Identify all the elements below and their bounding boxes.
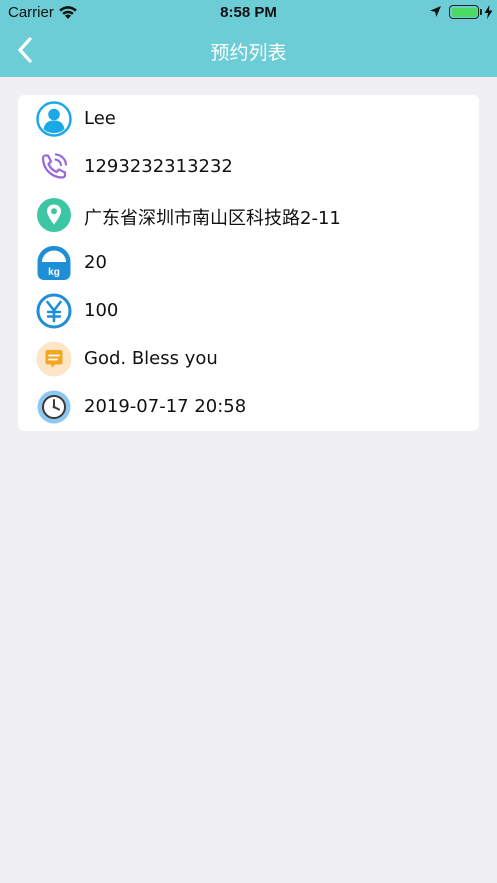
address: 广东省深圳市南山区科技路2-11 — [84, 208, 341, 229]
detail-row-name: Lee — [18, 95, 479, 143]
weight-icon: kg — [37, 246, 71, 280]
price-value: 100 — [84, 300, 119, 321]
status-time: 8:58 PM — [220, 4, 277, 21]
customer-name: Lee — [84, 108, 116, 129]
phone-icon — [41, 153, 68, 179]
weight-icon-label: kg — [48, 267, 60, 278]
status-bar: Carrier 8:58 PM — [0, 0, 497, 26]
appointment-datetime: 2019-07-17 20:58 — [84, 396, 247, 417]
charging-bolt-icon — [484, 5, 493, 19]
phone-number: 1293232313232 — [84, 156, 233, 177]
page-title: 预约列表 — [210, 42, 287, 64]
location-icon — [37, 198, 71, 232]
clock-icon — [37, 390, 71, 424]
battery-icon — [449, 5, 479, 19]
detail-row-price: 100 — [18, 287, 479, 335]
detail-row-message: God. Bless you — [18, 335, 479, 383]
user-icon — [36, 101, 72, 137]
message-icon — [36, 341, 72, 377]
detail-row-phone: 1293232313232 — [18, 143, 479, 191]
weight-value: 20 — [84, 252, 107, 273]
yen-icon — [36, 293, 72, 329]
nav-header: Carrier 8:58 PM 预约列表 — [0, 0, 497, 77]
appointment-detail-card: Lee 1293232313232 广东省深圳市南山区科技路2-11 kg 20 — [18, 95, 479, 431]
detail-row-address: 广东省深圳市南山区科技路2-11 — [18, 191, 479, 239]
location-arrow-icon — [430, 6, 441, 17]
battery-nub — [480, 9, 482, 15]
message-text: God. Bless you — [84, 348, 218, 369]
detail-row-weight: kg 20 — [18, 239, 479, 287]
detail-row-datetime: 2019-07-17 20:58 — [18, 383, 479, 431]
